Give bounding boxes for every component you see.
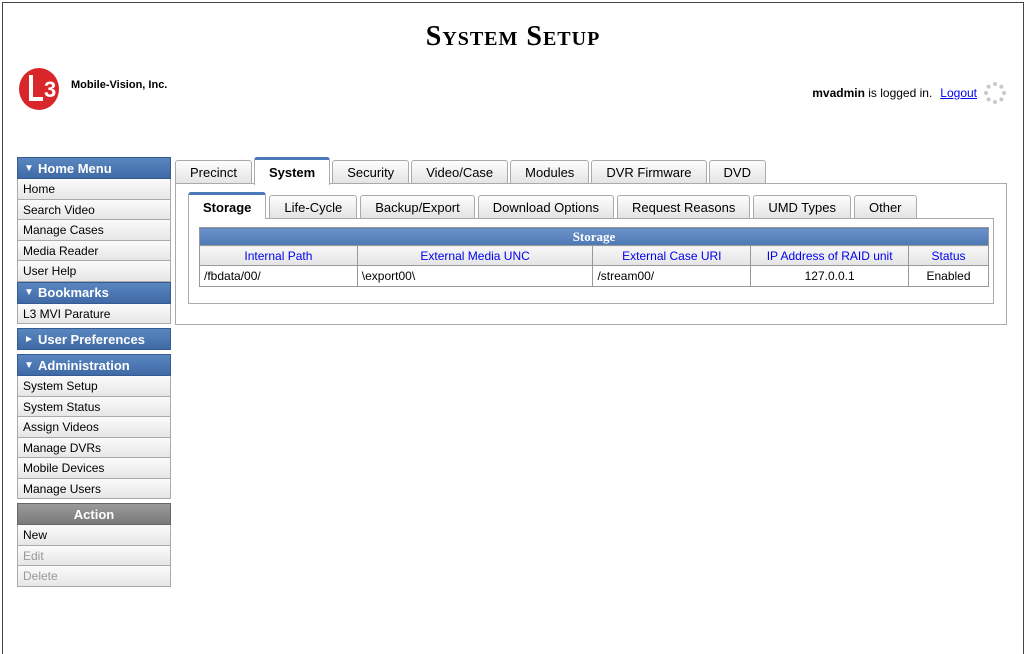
home-menu-header[interactable]: ▼ Home Menu — [17, 157, 171, 179]
sidebar: ▼ Home Menu Home Search Video Manage Cas… — [17, 157, 171, 587]
sidebar-item-manage-cases[interactable]: Manage Cases — [17, 220, 171, 241]
triangle-down-icon: ▼ — [24, 162, 34, 174]
cell-status: Enabled — [908, 265, 989, 287]
sidebar-item-system-setup[interactable]: System Setup — [17, 376, 171, 397]
cell-ip-address: 127.0.0.1 — [750, 265, 910, 287]
sidebar-item-system-status[interactable]: System Status — [17, 396, 171, 417]
action-header: Action — [17, 503, 171, 525]
column-header-external-case-uri[interactable]: External Case URI — [592, 245, 752, 266]
company-logo: 3 Mobile-Vision, Inc. — [17, 65, 167, 113]
sidebar-item-l3-mvi-parature[interactable]: L3 MVI Parature — [17, 303, 171, 324]
column-header-ip-address[interactable]: IP Address of RAID unit — [750, 245, 910, 266]
company-name: Mobile-Vision, Inc. — [71, 79, 168, 91]
storage-table: Storage Internal Path External Media UNC… — [199, 227, 989, 287]
table-row[interactable]: /fbdata/00/ \export00\ /stream00/ 127.0.… — [199, 265, 989, 287]
app-frame: System Setup 3 Mobile-Vision, Inc. mvadm… — [2, 2, 1024, 654]
subtab-download-options[interactable]: Download Options — [477, 195, 614, 218]
subtab-umd-types[interactable]: UMD Types — [753, 195, 851, 218]
cell-external-media-unc: \export00\ — [356, 265, 594, 287]
cell-internal-path: /fbdata/00/ — [199, 265, 358, 287]
column-header-external-media-unc[interactable]: External Media UNC — [356, 245, 594, 266]
action-delete-button[interactable]: Delete — [17, 566, 171, 587]
tab-video-case[interactable]: Video/Case — [411, 160, 509, 184]
loading-spinner-icon — [984, 82, 1006, 104]
column-header-internal-path[interactable]: Internal Path — [199, 245, 358, 266]
subtab-request-reasons[interactable]: Request Reasons — [616, 195, 751, 218]
action-edit-button[interactable]: Edit — [17, 545, 171, 566]
sidebar-item-assign-videos[interactable]: Assign Videos — [17, 417, 171, 438]
subtab-life-cycle[interactable]: Life-Cycle — [269, 195, 358, 218]
sidebar-item-user-help[interactable]: User Help — [17, 261, 171, 282]
sidebar-item-manage-dvrs[interactable]: Manage DVRs — [17, 437, 171, 458]
page-title: System Setup — [425, 21, 601, 52]
sidebar-item-home[interactable]: Home — [17, 179, 171, 200]
subtab-other[interactable]: Other — [854, 195, 917, 218]
user-preferences-header[interactable]: ► User Preferences — [17, 328, 171, 350]
bookmarks-header[interactable]: ▼ Bookmarks — [17, 281, 171, 304]
logout-link[interactable]: Logout — [940, 86, 977, 100]
administration-header[interactable]: ▼ Administration — [17, 354, 171, 376]
setup-tabs: Precinct System Security Video/Case Modu… — [175, 157, 1007, 185]
triangle-down-icon: ▼ — [24, 287, 34, 298]
sidebar-item-media-reader[interactable]: Media Reader — [17, 240, 171, 261]
subtab-storage[interactable]: Storage — [188, 192, 267, 219]
tab-dvr-firmware[interactable]: DVR Firmware — [591, 160, 707, 184]
storage-panel: Storage Internal Path External Media UNC… — [188, 218, 994, 304]
tab-modules[interactable]: Modules — [510, 160, 590, 184]
svg-text:3: 3 — [44, 77, 56, 102]
sidebar-item-mobile-devices[interactable]: Mobile Devices — [17, 458, 171, 479]
user-status: mvadmin is logged in. Logout — [812, 81, 1007, 105]
tab-precinct[interactable]: Precinct — [175, 160, 252, 184]
subtab-backup-export[interactable]: Backup/Export — [360, 195, 475, 218]
action-new-button[interactable]: New — [17, 525, 171, 546]
triangle-right-icon: ► — [24, 333, 34, 345]
system-tab-panel: Storage Life-Cycle Backup/Export Downloa… — [175, 183, 1007, 325]
sidebar-item-search-video[interactable]: Search Video — [17, 199, 171, 220]
column-header-status[interactable]: Status — [908, 245, 989, 266]
tab-system[interactable]: System — [253, 157, 331, 185]
logged-in-text: is logged in. — [864, 86, 933, 100]
l3-logo-icon: 3 — [17, 65, 69, 113]
tab-security[interactable]: Security — [332, 160, 410, 184]
system-subtabs: Storage Life-Cycle Backup/Export Downloa… — [188, 192, 994, 219]
main-panel: Precinct System Security Video/Case Modu… — [175, 157, 1007, 325]
storage-table-caption: Storage — [199, 227, 989, 246]
username: mvadmin — [812, 86, 865, 100]
cell-external-case-uri: /stream00/ — [592, 265, 752, 287]
triangle-down-icon: ▼ — [24, 359, 34, 371]
sidebar-item-manage-users[interactable]: Manage Users — [17, 478, 171, 499]
tab-dvd[interactable]: DVD — [708, 160, 766, 184]
